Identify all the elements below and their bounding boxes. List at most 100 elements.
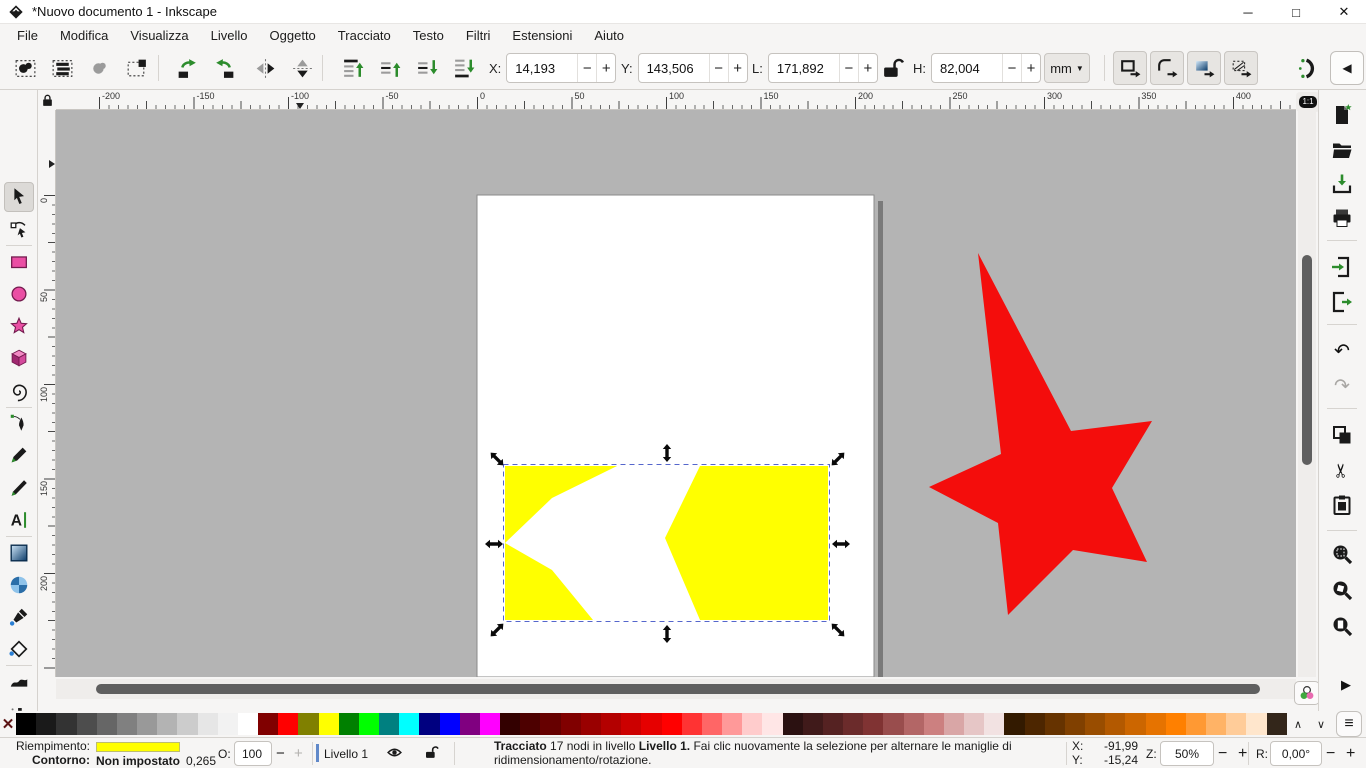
- palette-swatch[interactable]: [924, 713, 944, 735]
- undo-button[interactable]: ↶: [1327, 336, 1357, 366]
- fill-color-swatch[interactable]: [96, 742, 180, 752]
- paint-bucket-tool[interactable]: [4, 634, 34, 664]
- calligraphy-tool[interactable]: [4, 473, 34, 503]
- menu-filtri[interactable]: Filtri: [455, 26, 502, 45]
- lower-to-bottom-button[interactable]: [447, 51, 481, 85]
- palette-swatch[interactable]: [904, 713, 924, 735]
- palette-swatch[interactable]: [520, 713, 540, 735]
- palette-swatch[interactable]: [783, 713, 803, 735]
- dock-expand-button[interactable]: ▶: [1336, 675, 1356, 695]
- move-clips-toggle[interactable]: [1224, 51, 1258, 85]
- palette-swatch[interactable]: [16, 713, 36, 735]
- palette-swatch[interactable]: [238, 713, 258, 735]
- palette-swatch[interactable]: [1186, 713, 1206, 735]
- raise-button[interactable]: [373, 51, 407, 85]
- palette-swatch[interactable]: [823, 713, 843, 735]
- palette-swatch[interactable]: [500, 713, 520, 735]
- palette-swatch[interactable]: [198, 713, 218, 735]
- palette-menu-button[interactable]: ≡: [1336, 711, 1362, 737]
- cut-button[interactable]: ✂: [1327, 455, 1357, 485]
- x-increment-button[interactable]: +: [596, 54, 615, 82]
- palette-swatch[interactable]: [339, 713, 359, 735]
- vertical-scrollbar[interactable]: [1298, 110, 1316, 677]
- zoom-increment-button[interactable]: +: [1238, 745, 1247, 763]
- palette-swatch[interactable]: [1166, 713, 1186, 735]
- vertical-scrollbar-thumb[interactable]: [1302, 255, 1312, 465]
- palette-scroll-up-button[interactable]: ∧: [1288, 715, 1308, 733]
- rotate-ccw-button[interactable]: [170, 51, 204, 85]
- export-button[interactable]: [1327, 287, 1357, 317]
- minimize-button[interactable]: ─: [1233, 0, 1263, 24]
- redo-button[interactable]: ↷: [1327, 371, 1357, 401]
- save-document-button[interactable]: [1327, 169, 1357, 199]
- guide-lock-button[interactable]: [38, 90, 56, 110]
- palette-swatch[interactable]: [581, 713, 601, 735]
- palette-swatch[interactable]: [1246, 713, 1266, 735]
- palette-swatch[interactable]: [1206, 713, 1226, 735]
- flip-vertical-button[interactable]: [285, 51, 319, 85]
- palette-swatch[interactable]: [460, 713, 480, 735]
- x-input[interactable]: 14,193: [507, 54, 577, 82]
- menu-tracciato[interactable]: Tracciato: [327, 26, 402, 45]
- move-gradients-toggle[interactable]: [1187, 51, 1221, 85]
- pen-tool[interactable]: [4, 408, 34, 438]
- layer-selector[interactable]: Livello 1: [324, 747, 368, 761]
- selector-tool[interactable]: [4, 182, 34, 212]
- zoom-page-button[interactable]: [1327, 611, 1357, 641]
- y-decrement-button[interactable]: −: [709, 54, 728, 82]
- copy-button[interactable]: [1327, 420, 1357, 450]
- menu-visualizza[interactable]: Visualizza: [119, 26, 199, 45]
- opacity-increment-button[interactable]: +: [294, 745, 303, 762]
- palette-swatch[interactable]: [278, 713, 298, 735]
- menu-testo[interactable]: Testo: [402, 26, 455, 45]
- palette-swatch[interactable]: [97, 713, 117, 735]
- raise-to-top-button[interactable]: [336, 51, 370, 85]
- stroke-width-value[interactable]: 0,265: [186, 754, 216, 768]
- horizontal-scrollbar-thumb[interactable]: [96, 684, 1260, 694]
- palette-swatch[interactable]: [803, 713, 823, 735]
- menu-modifica[interactable]: Modifica: [49, 26, 119, 45]
- width-decrement-button[interactable]: −: [839, 54, 858, 82]
- palette-swatch[interactable]: [36, 713, 56, 735]
- palette-swatch[interactable]: [157, 713, 177, 735]
- layer-visibility-button[interactable]: [386, 744, 403, 761]
- rotation-increment-button[interactable]: +: [1346, 745, 1355, 763]
- palette-swatch[interactable]: [964, 713, 984, 735]
- palette-swatch[interactable]: [1004, 713, 1024, 735]
- rectangle-tool[interactable]: [4, 247, 34, 277]
- palette-swatch[interactable]: [359, 713, 379, 735]
- lock-ratio-button[interactable]: [880, 51, 906, 85]
- vertical-ruler[interactable]: 050100150200: [38, 110, 56, 677]
- palette-swatch[interactable]: [641, 713, 661, 735]
- palette-swatch[interactable]: [1146, 713, 1166, 735]
- menu-oggetto[interactable]: Oggetto: [259, 26, 327, 45]
- palette-swatch[interactable]: [379, 713, 399, 735]
- lower-button[interactable]: [410, 51, 444, 85]
- close-button[interactable]: ✕: [1329, 0, 1359, 24]
- spiral-tool[interactable]: [4, 376, 34, 406]
- paste-button[interactable]: [1327, 490, 1357, 520]
- palette-swatch[interactable]: [843, 713, 863, 735]
- palette-scroll-down-button[interactable]: ∨: [1311, 715, 1331, 733]
- width-increment-button[interactable]: +: [858, 54, 877, 82]
- y-increment-button[interactable]: +: [728, 54, 747, 82]
- select-all-button[interactable]: [8, 51, 42, 85]
- maximize-button[interactable]: □: [1281, 0, 1311, 24]
- node-tool[interactable]: [4, 214, 34, 244]
- menu-aiuto[interactable]: Aiuto: [583, 26, 635, 45]
- menu-estensioni[interactable]: Estensioni: [501, 26, 583, 45]
- palette-swatch[interactable]: [480, 713, 500, 735]
- height-input[interactable]: 82,004: [932, 54, 1002, 82]
- palette-swatch[interactable]: [762, 713, 782, 735]
- import-button[interactable]: [1327, 252, 1357, 282]
- box3d-tool[interactable]: [4, 343, 34, 373]
- tweak-tool[interactable]: [4, 667, 34, 697]
- height-decrement-button[interactable]: −: [1002, 54, 1021, 82]
- print-button[interactable]: [1327, 203, 1357, 233]
- y-input[interactable]: 143,506: [639, 54, 709, 82]
- palette-swatch[interactable]: [440, 713, 460, 735]
- rotate-cw-button[interactable]: [207, 51, 241, 85]
- opacity-decrement-button[interactable]: −: [276, 745, 285, 762]
- palette-swatch[interactable]: [1085, 713, 1105, 735]
- gradient-tool[interactable]: [4, 538, 34, 568]
